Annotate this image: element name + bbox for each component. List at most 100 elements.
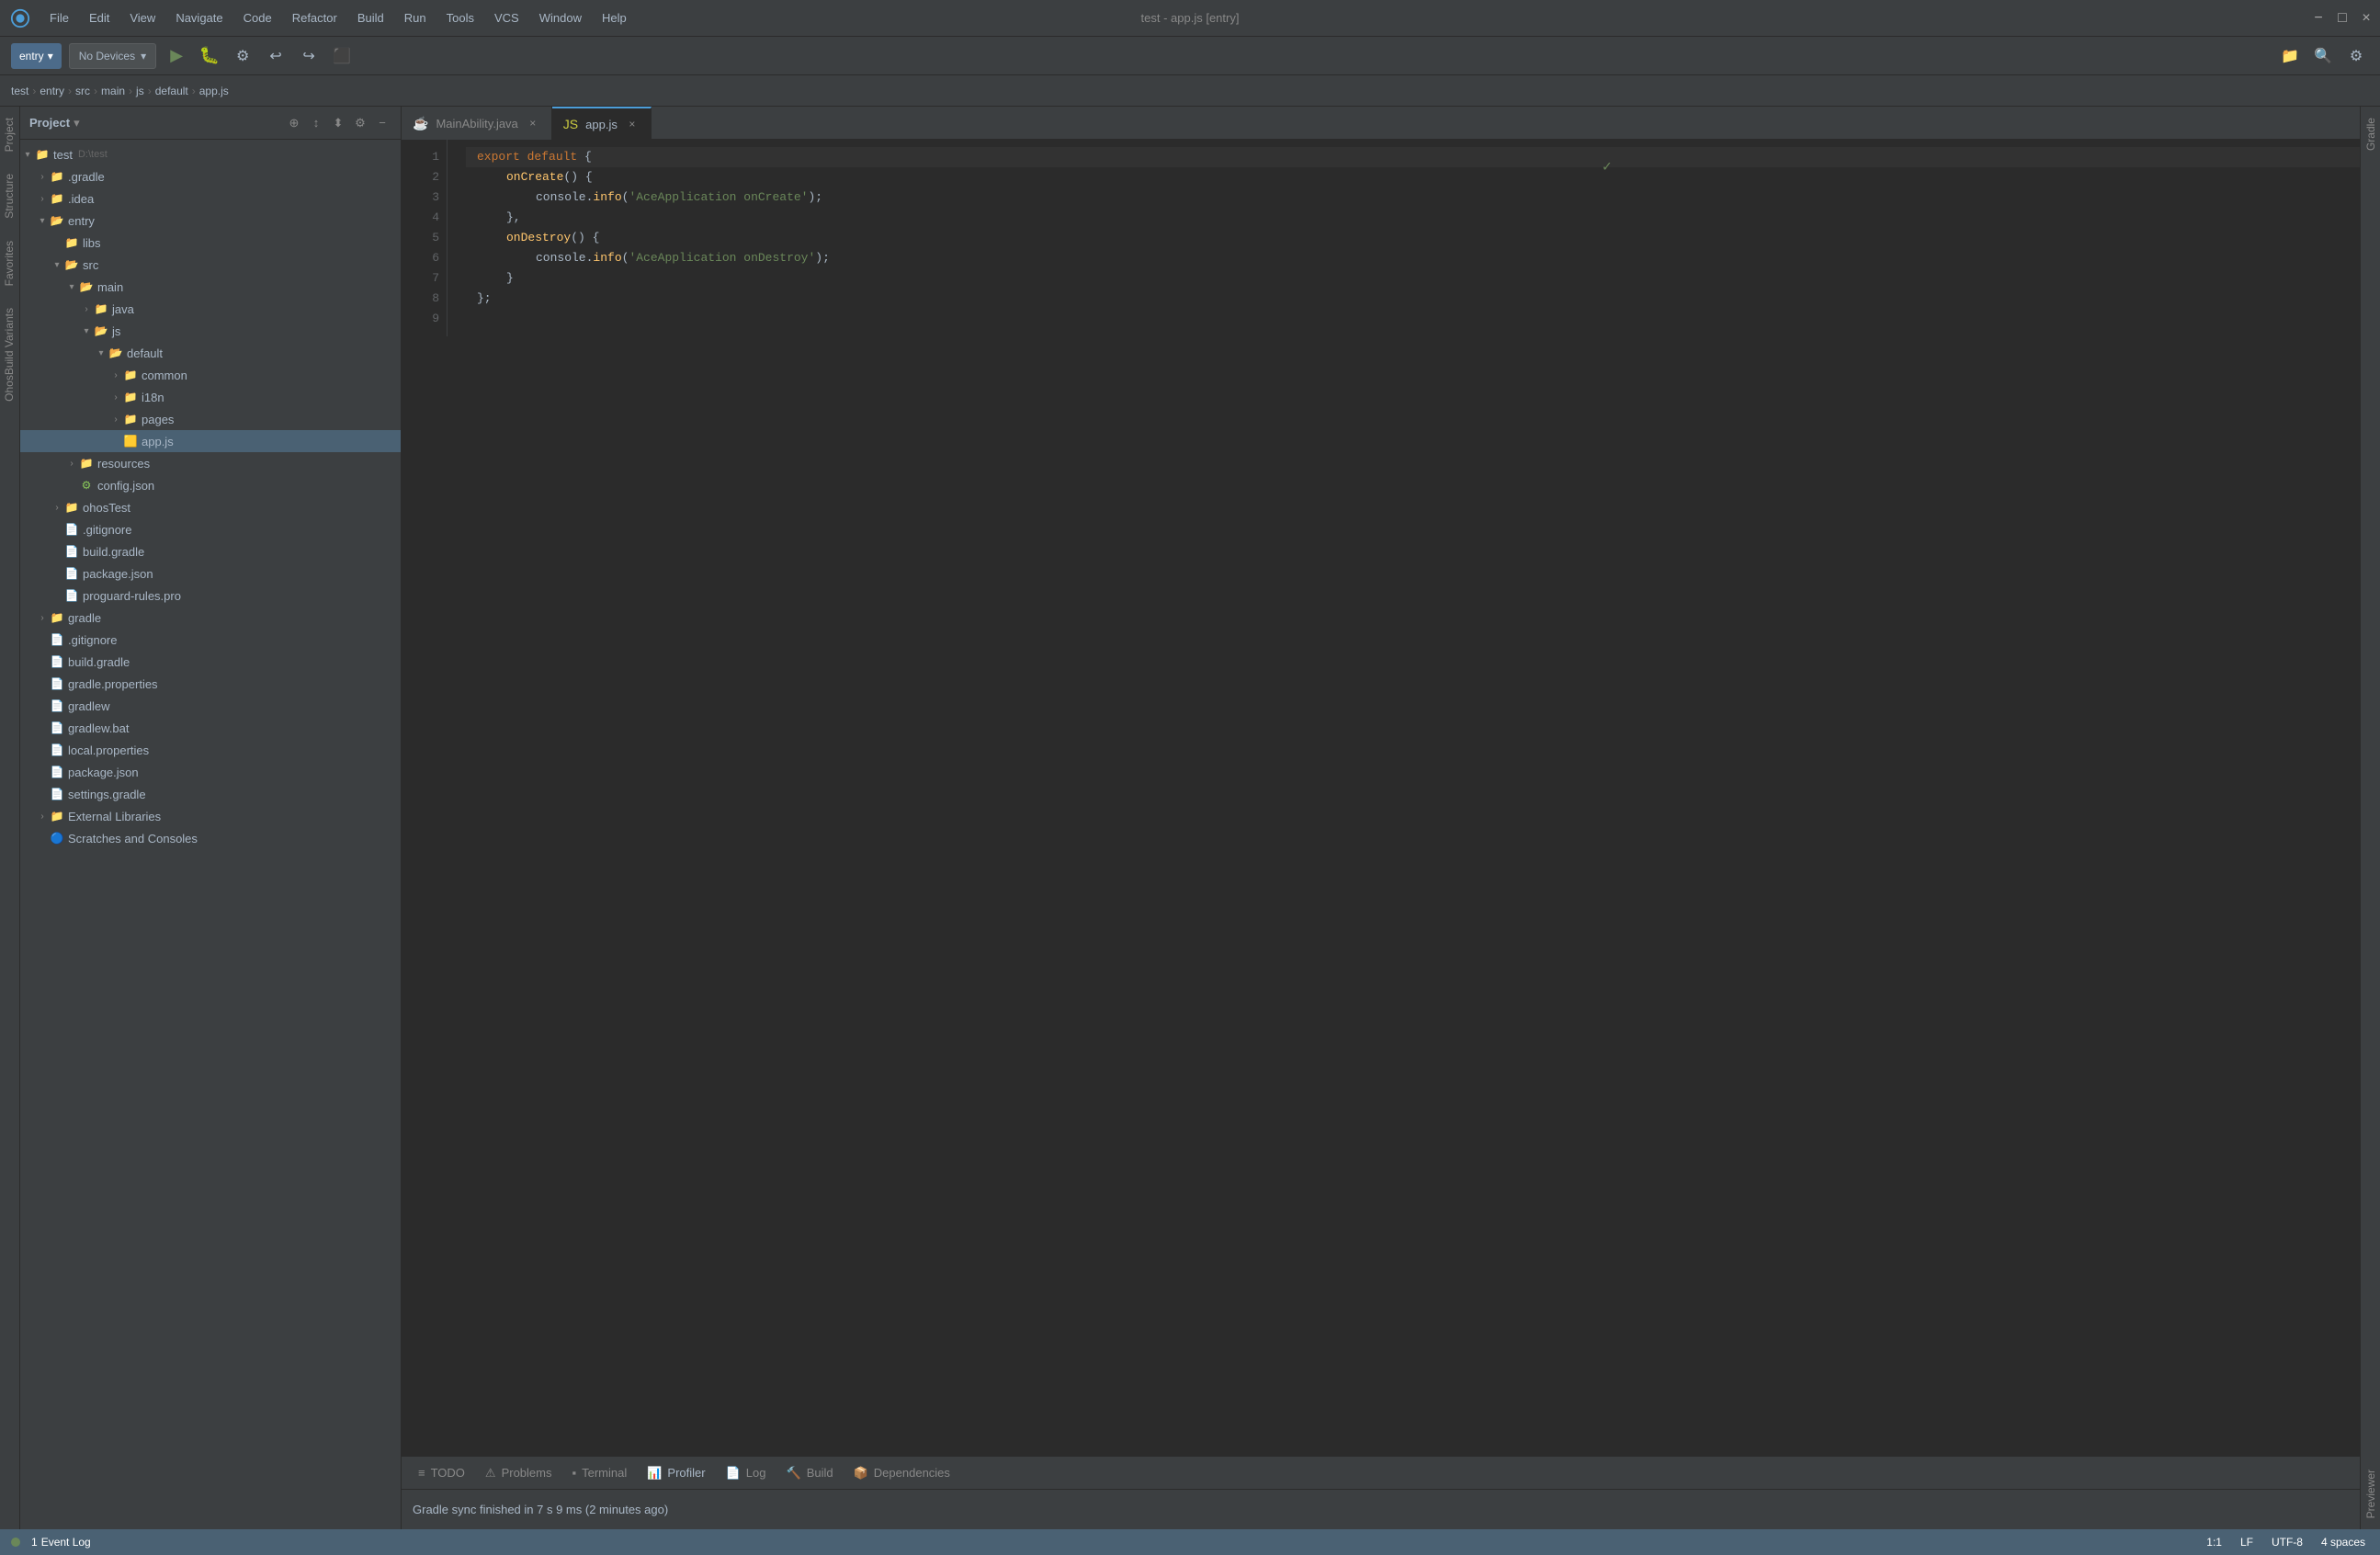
menu-edit[interactable]: Edit xyxy=(80,7,119,28)
minimize-button[interactable]: − xyxy=(2312,12,2325,25)
tree-item-test[interactable]: ▾ 📁 test D:\test xyxy=(20,143,401,165)
tree-item-packagejson[interactable]: › 📄 package.json xyxy=(20,562,401,585)
sidebar-settings-button[interactable]: ⚙ xyxy=(351,114,369,132)
menu-window[interactable]: Window xyxy=(530,7,591,28)
tree-item-libs[interactable]: › 📁 libs xyxy=(20,232,401,254)
tree-item-localprops[interactable]: › 📄 local.properties xyxy=(20,739,401,761)
tree-item-common[interactable]: › 📁 common xyxy=(20,364,401,386)
tab-appjs[interactable]: JS app.js × xyxy=(552,107,652,140)
collapse-all-button[interactable]: ↕ xyxy=(307,114,325,132)
bottom-tab-log[interactable]: 📄 Log xyxy=(717,1460,776,1486)
menu-build[interactable]: Build xyxy=(348,7,393,28)
menu-view[interactable]: View xyxy=(120,7,164,28)
encoding-item[interactable]: UTF-8 xyxy=(2268,1534,2306,1550)
breadcrumb-default[interactable]: default xyxy=(155,85,188,97)
settings-button[interactable]: ⚙ xyxy=(2343,43,2369,69)
tree-item-entry[interactable]: ▾ 📂 entry xyxy=(20,210,401,232)
code-content[interactable]: export default { ✓ onCreate() { console.… xyxy=(466,140,2360,336)
maximize-button[interactable]: □ xyxy=(2336,12,2349,25)
tree-item-pages[interactable]: › 📁 pages xyxy=(20,408,401,430)
bottom-tab-problems[interactable]: ⚠ Problems xyxy=(476,1460,561,1486)
redo-button[interactable]: ↪ xyxy=(296,43,322,69)
tree-item-buildgradle[interactable]: › 📄 build.gradle xyxy=(20,540,401,562)
tree-item-gitignore2[interactable]: › 📄 .gitignore xyxy=(20,629,401,651)
breadcrumb-main[interactable]: main xyxy=(101,85,125,97)
tree-item-src[interactable]: ▾ 📂 src xyxy=(20,254,401,276)
tree-item-gradlew[interactable]: › 📄 gradlew xyxy=(20,695,401,717)
menu-vcs[interactable]: VCS xyxy=(485,7,528,28)
favorites-panel-label[interactable]: Favorites xyxy=(0,230,19,297)
close-button[interactable]: × xyxy=(2360,12,2373,25)
tree-item-buildgradle2[interactable]: › 📄 build.gradle xyxy=(20,651,401,673)
tree-item-gradle2[interactable]: › 📁 gradle xyxy=(20,607,401,629)
tree-item-java[interactable]: › 📁 java xyxy=(20,298,401,320)
tree-item-gitignore[interactable]: › 📄 .gitignore xyxy=(20,518,401,540)
tree-item-gradlewbat[interactable]: › 📄 gradlew.bat xyxy=(20,717,401,739)
tree-label-common: common xyxy=(142,369,187,382)
sidebar-hide-button[interactable]: − xyxy=(373,114,391,132)
stop-button[interactable]: ⬛ xyxy=(329,43,355,69)
breadcrumb-src[interactable]: src xyxy=(75,85,90,97)
menu-tools[interactable]: Tools xyxy=(437,7,483,28)
search-button[interactable]: 🔍 xyxy=(2310,43,2336,69)
run-button[interactable]: ▶ xyxy=(164,43,189,69)
tree-item-i18n[interactable]: › 📁 i18n xyxy=(20,386,401,408)
device-selector[interactable]: No Devices ▾ xyxy=(69,43,156,69)
profile-button[interactable]: ⚙ xyxy=(230,43,255,69)
tree-item-packagejson2[interactable]: › 📄 package.json xyxy=(20,761,401,783)
tree-item-proguard[interactable]: › 📄 proguard-rules.pro xyxy=(20,585,401,607)
tree-item-js[interactable]: ▾ 📂 js xyxy=(20,320,401,342)
menu-run[interactable]: Run xyxy=(395,7,436,28)
tree-label-ohostest: ohosTest xyxy=(83,501,130,515)
bottom-tab-profiler[interactable]: 📊 Profiler xyxy=(638,1460,714,1486)
tab-close-mainability[interactable]: × xyxy=(526,116,540,131)
menu-file[interactable]: File xyxy=(40,7,78,28)
project-dropdown-icon[interactable]: ▾ xyxy=(74,116,80,131)
bottom-tab-todo[interactable]: ≡ TODO xyxy=(409,1460,474,1486)
gradle-label[interactable]: Gradle xyxy=(2361,107,2380,162)
previewer-label[interactable]: Previewer xyxy=(2361,1459,2380,1529)
tree-item-scratches[interactable]: › 🔵 Scratches and Consoles xyxy=(20,827,401,849)
tree-item-main[interactable]: ▾ 📂 main xyxy=(20,276,401,298)
code-editor[interactable]: 1 2 3 4 5 6 7 8 9 export default { ✓ xyxy=(402,140,2360,336)
line-sep-item[interactable]: LF xyxy=(2237,1534,2257,1550)
open-folder-button[interactable]: 📁 xyxy=(2277,43,2303,69)
tree-item-config[interactable]: › ⚙ config.json xyxy=(20,474,401,496)
event-log-item[interactable]: 1 Event Log xyxy=(28,1534,95,1550)
tree-item-settingsgradle[interactable]: › 📄 settings.gradle xyxy=(20,783,401,805)
profiler-icon: 📊 xyxy=(647,1466,662,1481)
tree-item-gradleprops[interactable]: › 📄 gradle.properties xyxy=(20,673,401,695)
breadcrumb-test[interactable]: test xyxy=(11,85,28,97)
indent-item[interactable]: 4 spaces xyxy=(2318,1534,2369,1550)
tree-item-idea[interactable]: › 📁 .idea xyxy=(20,187,401,210)
sort-button[interactable]: ⬍ xyxy=(329,114,347,132)
structure-panel-label[interactable]: Structure xyxy=(0,163,19,230)
position-item[interactable]: 1:1 xyxy=(2203,1534,2226,1550)
tab-close-appjs[interactable]: × xyxy=(625,117,640,131)
tree-item-ohostest[interactable]: › 📁 ohosTest xyxy=(20,496,401,518)
tree-item-resources[interactable]: › 📁 resources xyxy=(20,452,401,474)
menu-refactor[interactable]: Refactor xyxy=(283,7,346,28)
tree-item-appjs[interactable]: › 🟨 app.js xyxy=(20,430,401,452)
project-panel-label[interactable]: Project xyxy=(0,107,19,163)
breadcrumb-appjs[interactable]: app.js xyxy=(199,85,229,97)
menu-navigate[interactable]: Navigate xyxy=(166,7,232,28)
menu-help[interactable]: Help xyxy=(593,7,636,28)
tree-item-gradle[interactable]: › 📁 .gradle xyxy=(20,165,401,187)
breadcrumb-js[interactable]: js xyxy=(136,85,144,97)
tree-item-default[interactable]: ▾ 📂 default xyxy=(20,342,401,364)
sync-button[interactable]: ↩ xyxy=(263,43,289,69)
bottom-tab-dependencies[interactable]: 📦 Dependencies xyxy=(844,1460,959,1486)
expand-all-button[interactable]: ⊕ xyxy=(285,114,303,132)
tab-mainability[interactable]: ☕ MainAbility.java × xyxy=(402,107,552,140)
ohobuild-panel-label[interactable]: OhosBuild Variants xyxy=(0,297,19,413)
debug-button[interactable]: 🐛 xyxy=(197,43,222,69)
tree-item-extlibs[interactable]: › 📁 External Libraries xyxy=(20,805,401,827)
breadcrumb-entry[interactable]: entry xyxy=(40,85,64,97)
file-json-icon: 📄 xyxy=(64,566,79,581)
menu-code[interactable]: Code xyxy=(234,7,281,28)
entry-selector[interactable]: entry ▾ xyxy=(11,43,62,69)
bottom-tab-terminal[interactable]: ▪ Terminal xyxy=(563,1460,637,1486)
tree-label-appjs: app.js xyxy=(142,435,174,448)
bottom-tab-build[interactable]: 🔨 Build xyxy=(777,1460,843,1486)
